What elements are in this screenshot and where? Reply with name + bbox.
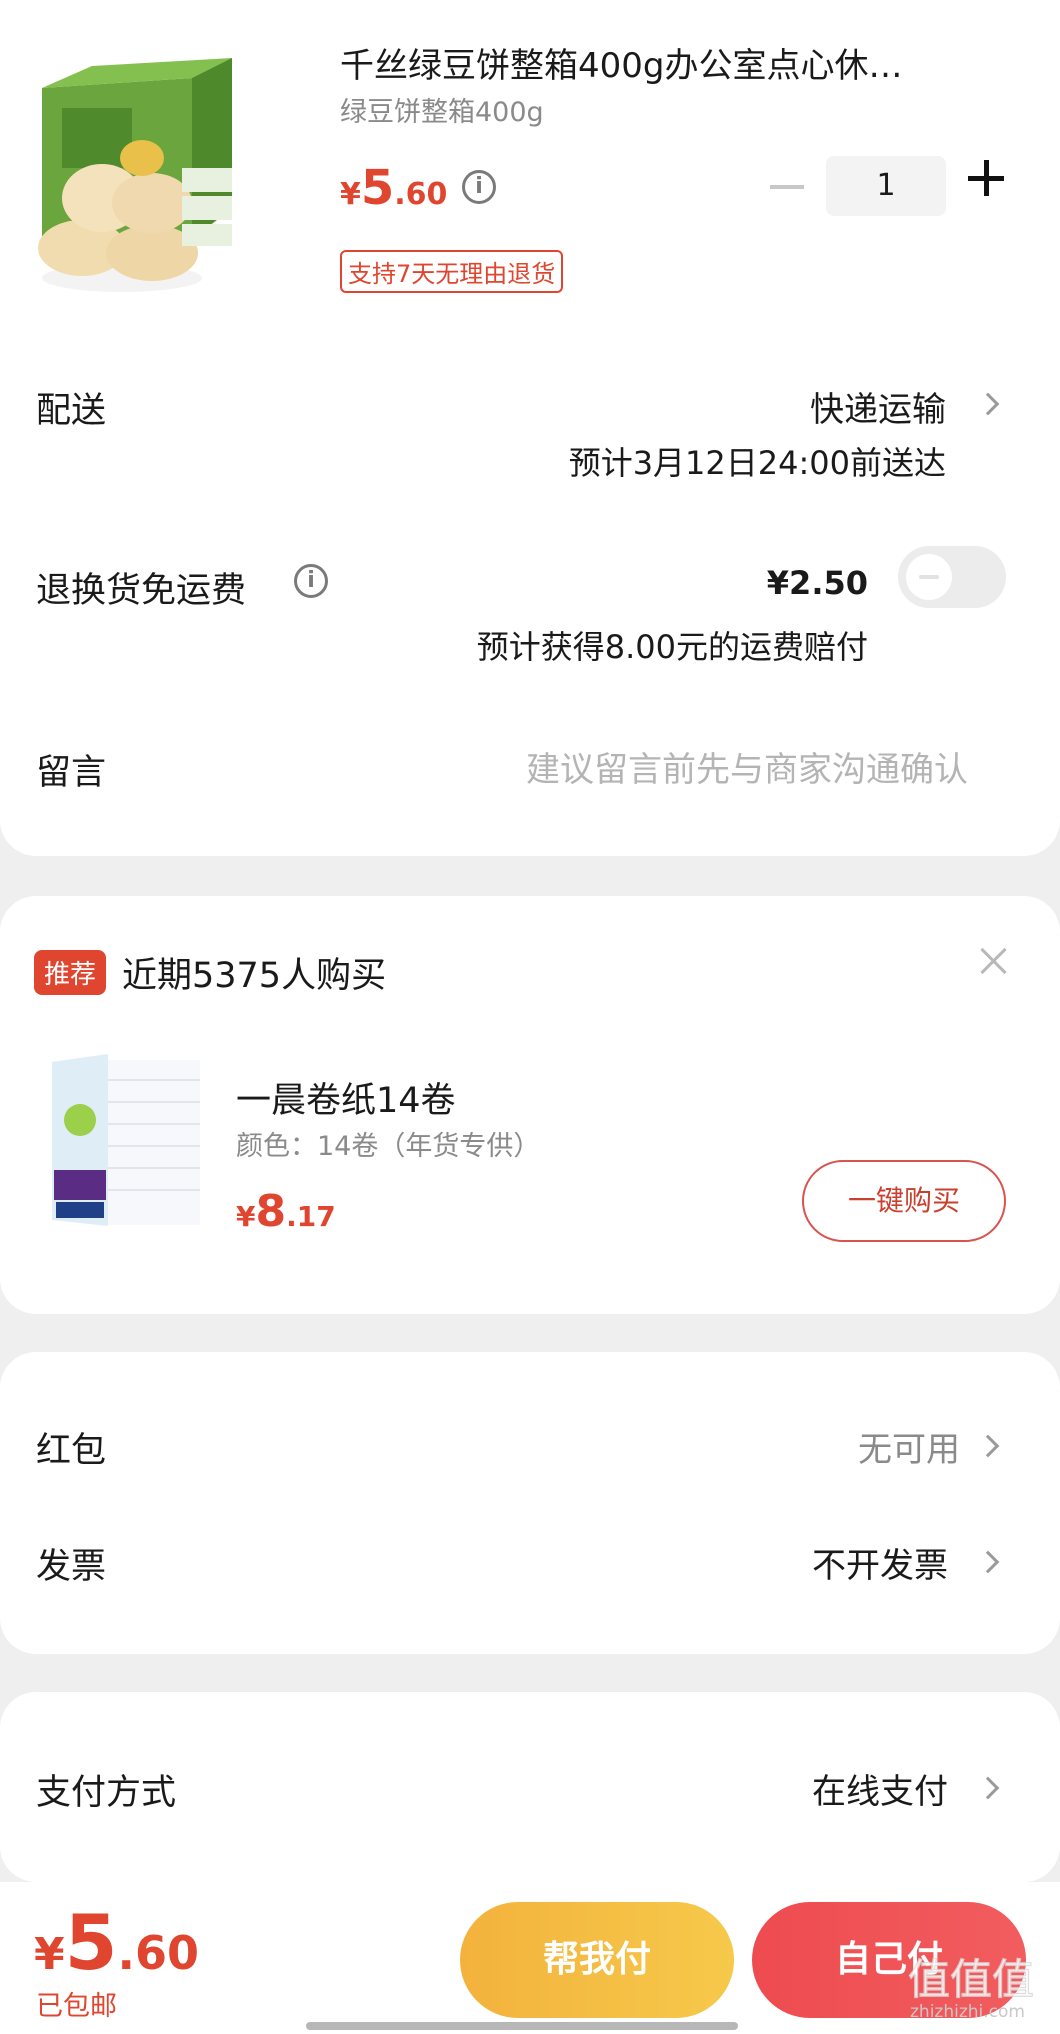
invoice-value[interactable]: 不开发票 <box>812 1538 948 1587</box>
recommend-item-spec: 颜色：14卷（年货专供） <box>236 1131 541 1162</box>
delivery-label: 配送 <box>36 391 107 431</box>
shipping-note: 已包邮 <box>36 1991 117 2022</box>
price-info-icon[interactable]: i <box>462 170 496 204</box>
delivery-method[interactable]: 快递运输 <box>810 382 946 431</box>
decrease-quantity-button[interactable] <box>770 185 804 189</box>
recommend-item-name[interactable]: 一晨卷纸14卷 <box>236 1072 456 1123</box>
price-decimal: .60 <box>394 177 448 212</box>
svg-text:值值值: 值值值 <box>908 1955 1034 2004</box>
product-image[interactable] <box>32 48 240 298</box>
return-insurance-label: 退换货免运费 <box>36 571 247 611</box>
quantity-input[interactable]: 1 <box>826 156 946 216</box>
total-price: ¥5.60 <box>34 1898 199 1987</box>
message-input[interactable]: 建议留言前先与商家沟通确认 <box>526 742 968 791</box>
return-insurance-info-icon[interactable]: i <box>294 564 328 598</box>
price-decimal: .60 <box>117 1926 200 1980</box>
product-spec[interactable]: 绿豆饼整箱400g <box>340 90 544 129</box>
red-packet-label: 红包 <box>36 1431 107 1471</box>
watermark-logo: 值值值 <box>907 1954 1034 2004</box>
toggle-knob <box>906 554 952 600</box>
return-insurance-price: ¥2.50 <box>766 564 868 602</box>
payment-method-value[interactable]: 在线支付 <box>812 1764 948 1813</box>
price-integer: 5 <box>64 1898 118 1987</box>
price-integer: 5 <box>360 160 395 216</box>
product-price: ¥5.60 <box>340 160 447 216</box>
price-symbol: ¥ <box>34 1929 65 1980</box>
recommend-title: 近期5375人购买 <box>122 956 387 996</box>
return-insurance-toggle[interactable] <box>898 546 1006 608</box>
product-title[interactable]: 千丝绿豆饼整箱400g办公室点心休… <box>340 38 990 87</box>
return-insurance-note: 预计获得8.00元的运费赔付 <box>476 628 868 666</box>
message-label: 留言 <box>36 753 107 793</box>
delivery-eta: 预计3月12日24:00前送达 <box>568 444 946 482</box>
payment-method-label: 支付方式 <box>36 1773 177 1813</box>
invoice-label: 发票 <box>36 1547 107 1587</box>
return-policy-tag: 支持7天无理由退货 <box>340 250 564 293</box>
price-decimal: .17 <box>286 1200 336 1233</box>
price-integer: 8 <box>255 1186 287 1237</box>
increase-quantity-button[interactable] <box>968 160 1004 196</box>
recommend-badge: 推荐 <box>34 950 107 995</box>
home-indicator[interactable] <box>306 2022 738 2030</box>
one-click-buy-button[interactable]: 一键购买 <box>802 1160 1006 1242</box>
watermark-url: zhizhizhi.com <box>910 2002 1025 2022</box>
recommend-item-image[interactable] <box>48 1050 206 1230</box>
help-me-pay-button[interactable]: 帮我付 <box>460 1902 734 2018</box>
recommend-item-price: ¥8.17 <box>236 1186 336 1237</box>
close-icon[interactable] <box>976 944 1010 978</box>
options-card <box>0 1352 1060 1654</box>
red-packet-value[interactable]: 无可用 <box>858 1422 960 1471</box>
price-symbol: ¥ <box>340 177 361 212</box>
price-symbol: ¥ <box>236 1200 256 1233</box>
